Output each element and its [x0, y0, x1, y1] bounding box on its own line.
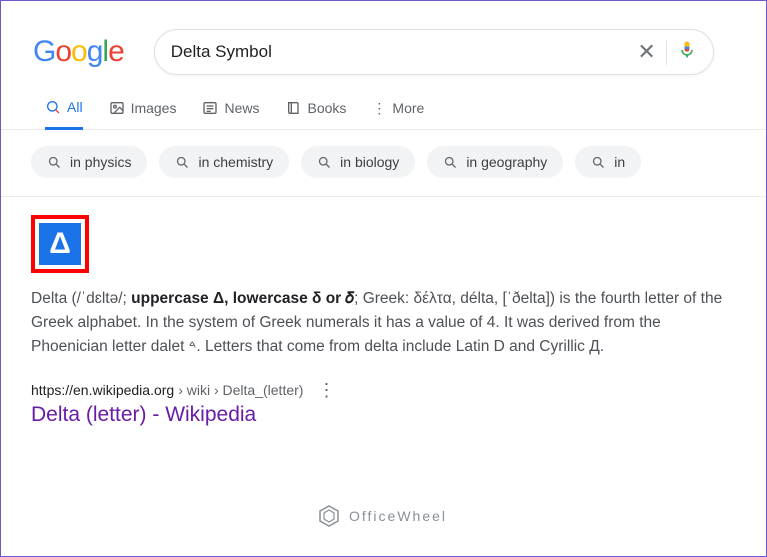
- tab-all-label: All: [67, 99, 83, 115]
- result-url-path: › wiki › Delta_(letter): [178, 382, 303, 398]
- officewheel-logo-icon: [317, 504, 341, 528]
- header: Google ✕: [1, 1, 766, 85]
- search-bar[interactable]: ✕: [154, 29, 714, 75]
- chip-in-biology[interactable]: in biology: [301, 146, 415, 178]
- featured-snippet: Delta (/ˈdɛltə/; uppercase Δ, lowercase …: [31, 287, 731, 359]
- result-url[interactable]: https://en.wikipedia.org › wiki › Delta_…: [31, 381, 736, 399]
- more-dots-icon: ⋮: [372, 100, 386, 117]
- search-input[interactable]: [171, 42, 628, 62]
- tab-news[interactable]: News: [202, 100, 259, 128]
- search-tabs: All Images News Books ⋮ More: [1, 85, 766, 130]
- tab-news-label: News: [224, 100, 259, 116]
- tab-all[interactable]: All: [45, 99, 83, 130]
- clear-icon[interactable]: ✕: [627, 41, 665, 63]
- chip-in-physics[interactable]: in physics: [31, 146, 147, 178]
- tab-images[interactable]: Images: [109, 100, 177, 128]
- tab-more[interactable]: ⋮ More: [372, 100, 424, 129]
- watermark-text: OfficeWheel: [349, 508, 447, 524]
- search-icon: [317, 155, 332, 170]
- chip-in-chemistry[interactable]: in chemistry: [159, 146, 289, 178]
- tab-books[interactable]: Books: [286, 100, 347, 128]
- chip-label: in geography: [466, 154, 547, 170]
- search-results: Δ Delta (/ˈdɛltə/; uppercase Δ, lowercas…: [1, 197, 766, 427]
- snippet-bold: uppercase Δ, lowercase δ or 𝛿: [131, 290, 354, 307]
- tab-books-label: Books: [308, 100, 347, 116]
- chip-label: in chemistry: [198, 154, 273, 170]
- chip-label: in biology: [340, 154, 399, 170]
- featured-thumbnail-highlight: Δ: [31, 215, 89, 273]
- result-title-link[interactable]: Delta (letter) - Wikipedia: [31, 403, 736, 427]
- snippet-lead: Delta (/ˈdɛltə/;: [31, 290, 131, 307]
- result-url-host: https://en.wikipedia.org: [31, 382, 174, 398]
- search-icon: [47, 155, 62, 170]
- chip-in-geography[interactable]: in geography: [427, 146, 563, 178]
- chip-label: in physics: [70, 154, 131, 170]
- officewheel-watermark: OfficeWheel: [317, 504, 447, 528]
- related-chips: in physics in chemistry in biology in ge…: [1, 130, 766, 197]
- delta-symbol-thumbnail[interactable]: Δ: [39, 223, 81, 265]
- tab-images-label: Images: [131, 100, 177, 116]
- search-icon: [175, 155, 190, 170]
- chip-in-more[interactable]: in: [575, 146, 641, 178]
- search-icon: [591, 155, 606, 170]
- result-menu-icon[interactable]: ⋮: [317, 381, 335, 399]
- tab-more-label: More: [392, 100, 424, 116]
- mic-icon[interactable]: [666, 40, 697, 65]
- search-icon: [443, 155, 458, 170]
- google-logo[interactable]: Google: [33, 35, 124, 69]
- chip-label: in: [614, 154, 625, 170]
